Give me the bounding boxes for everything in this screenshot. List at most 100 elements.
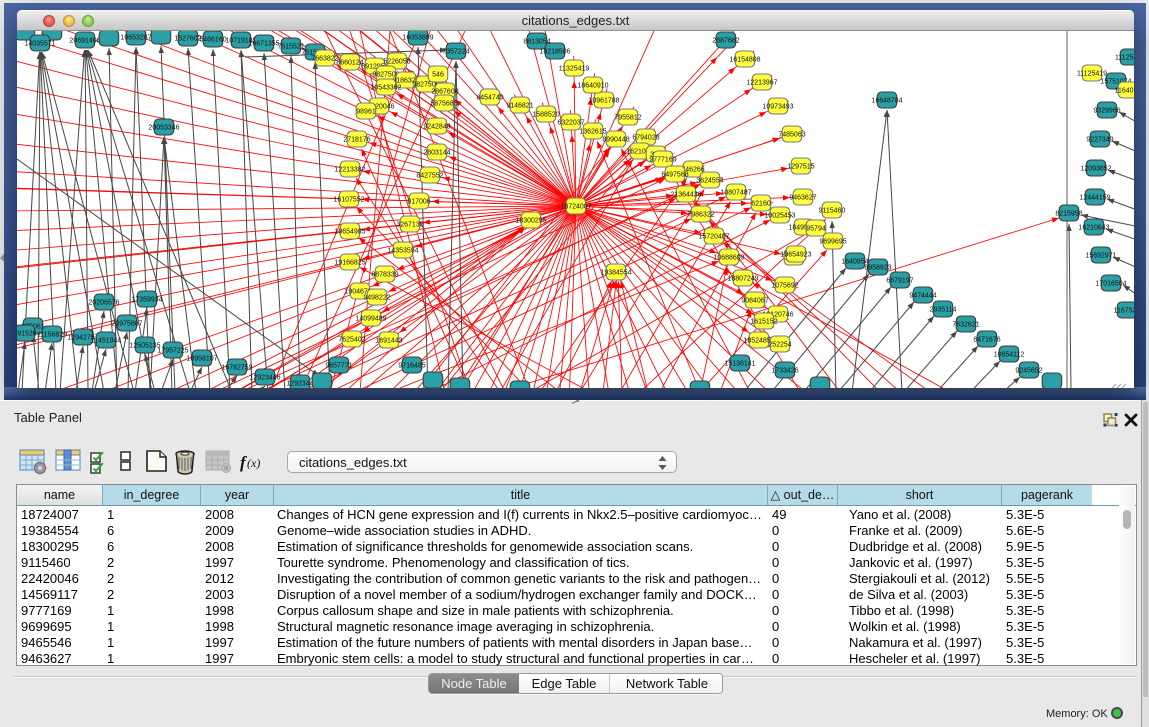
svg-text:7625402: 7625402 — [338, 337, 365, 344]
svg-text:6322037: 6322037 — [557, 120, 584, 127]
svg-text:10025453: 10025453 — [764, 213, 795, 220]
svg-text:18807249: 18807249 — [727, 276, 758, 283]
svg-text:(x): (x) — [247, 456, 260, 470]
svg-text:5226058: 5226058 — [383, 59, 410, 66]
svg-text:9245652: 9245652 — [1015, 368, 1042, 375]
svg-text:8878339: 8878339 — [371, 272, 398, 279]
svg-text:9329966: 9329966 — [1093, 108, 1120, 115]
svg-text:15720407: 15720407 — [698, 234, 729, 241]
svg-text:7485063: 7485063 — [778, 132, 805, 139]
svg-text:16782759: 16782759 — [221, 365, 252, 372]
svg-text:6497568: 6497568 — [661, 172, 688, 179]
svg-text:7955812: 7955812 — [614, 115, 641, 122]
svg-text:2935114: 2935114 — [930, 307, 957, 314]
svg-text:3267130: 3267130 — [396, 222, 423, 229]
svg-text:2718176: 2718176 — [343, 137, 370, 144]
svg-text:1527602: 1527602 — [174, 36, 201, 43]
svg-text:9084067: 9084067 — [741, 298, 768, 305]
svg-text:1615152: 1615152 — [750, 319, 777, 326]
svg-text:2867608: 2867608 — [431, 89, 458, 96]
svg-text:19654923: 19654923 — [780, 252, 811, 259]
svg-text:10961788: 10961788 — [588, 98, 619, 105]
svg-text:3624554: 3624554 — [696, 178, 723, 185]
svg-text:18724007: 18724007 — [560, 204, 591, 211]
svg-text:1075692: 1075692 — [771, 283, 798, 290]
svg-text:8990448: 8990448 — [602, 137, 629, 144]
svg-text:10543362: 10543362 — [370, 85, 401, 92]
svg-text:20206576: 20206576 — [88, 300, 119, 307]
svg-text:1362615: 1362615 — [579, 129, 606, 136]
svg-text:252254: 252254 — [768, 342, 791, 349]
svg-text:16210643: 16210643 — [1078, 225, 1109, 232]
svg-text:11125419: 11125419 — [1077, 71, 1107, 78]
svg-text:17359934: 17359934 — [131, 297, 162, 304]
svg-text:20053346: 20053346 — [148, 125, 179, 132]
svg-text:9657771: 9657771 — [325, 363, 352, 370]
svg-text:10688609: 10688609 — [713, 255, 744, 262]
svg-text:19654985: 19654985 — [334, 229, 365, 236]
svg-text:9227349: 9227349 — [1086, 137, 1113, 144]
svg-text:10958107: 10958107 — [186, 356, 217, 363]
svg-text:8958923: 8958923 — [864, 265, 891, 272]
svg-text:17016504: 17016504 — [1095, 281, 1126, 288]
svg-text:5875685: 5875685 — [430, 101, 457, 108]
svg-text:2887682: 2887682 — [712, 38, 739, 45]
svg-text:8471676: 8471676 — [973, 337, 1000, 344]
svg-text:12213967: 12213967 — [746, 80, 777, 87]
svg-text:9716485: 9716485 — [398, 363, 425, 370]
svg-text:18218506: 18218506 — [539, 49, 570, 56]
svg-text:1297515: 1297515 — [787, 164, 814, 171]
svg-text:17957225: 17957225 — [157, 348, 188, 355]
svg-text:1167533: 1167533 — [1114, 308, 1134, 315]
svg-text:16154808: 16154808 — [729, 57, 760, 64]
svg-text:917006: 917006 — [407, 199, 430, 206]
svg-text:12213382: 12213382 — [334, 167, 365, 174]
svg-text:16671355: 16671355 — [248, 41, 279, 48]
svg-text:1733426: 1733426 — [771, 368, 798, 375]
svg-text:10807487: 10807487 — [720, 190, 751, 197]
svg-text:6794028: 6794028 — [632, 135, 659, 142]
svg-text:16053809: 16053809 — [402, 35, 433, 42]
svg-text:9146821: 9146821 — [506, 103, 533, 110]
svg-text:8427552: 8427552 — [416, 173, 443, 180]
svg-text:95794: 95794 — [806, 226, 826, 233]
svg-text:9498222: 9498222 — [363, 295, 390, 302]
svg-text:8660124: 8660124 — [336, 60, 363, 67]
svg-text:546: 546 — [432, 72, 444, 79]
svg-text:9463627: 9463627 — [789, 195, 816, 202]
svg-text:10653287: 10653287 — [120, 35, 151, 42]
svg-text:98961: 98961 — [356, 109, 376, 116]
svg-text:12093852: 12093852 — [1080, 166, 1111, 173]
svg-text:11451944: 11451944 — [91, 338, 122, 345]
svg-text:391526: 391526 — [17, 331, 37, 338]
svg-text:9242848: 9242848 — [423, 124, 450, 131]
svg-text:14353594: 14353594 — [387, 248, 418, 255]
svg-text:12444159: 12444159 — [1079, 195, 1110, 202]
svg-text:11156829: 11156829 — [37, 332, 67, 339]
svg-text:16107552: 16107552 — [333, 197, 364, 204]
svg-text:7663822: 7663822 — [311, 56, 338, 63]
svg-text:9699695: 9699695 — [819, 239, 846, 246]
svg-text:9474444: 9474444 — [909, 293, 936, 300]
svg-text:19166825: 19166825 — [334, 260, 365, 267]
svg-text:18300295: 18300295 — [515, 218, 546, 225]
svg-text:7986322: 7986322 — [687, 212, 714, 219]
svg-text:18640910: 18640910 — [577, 83, 608, 90]
svg-text:14035571: 14035571 — [24, 41, 55, 48]
svg-text:8454749: 8454749 — [476, 95, 503, 102]
svg-text:16648784: 16648784 — [871, 98, 902, 105]
svg-text:20691406: 20691406 — [69, 38, 100, 45]
svg-text:1691443: 1691443 — [375, 338, 402, 345]
svg-text:8215958: 8215958 — [1055, 211, 1082, 218]
svg-text:15136141: 15136141 — [724, 361, 755, 368]
svg-text:15692971: 15692971 — [1085, 253, 1116, 260]
svg-text:10973493: 10973493 — [762, 104, 793, 111]
svg-text:11125419: 11125419 — [1115, 55, 1134, 62]
svg-text:12923446: 12923446 — [249, 375, 280, 382]
svg-text:62160: 62160 — [751, 201, 771, 208]
svg-text:1588520: 1588520 — [532, 112, 559, 119]
svg-text:1164094: 1164094 — [1115, 88, 1134, 95]
svg-text:7357224: 7357224 — [442, 49, 469, 56]
svg-text:9777169: 9777169 — [649, 157, 676, 164]
svg-text:10654112: 10654112 — [994, 352, 1025, 359]
